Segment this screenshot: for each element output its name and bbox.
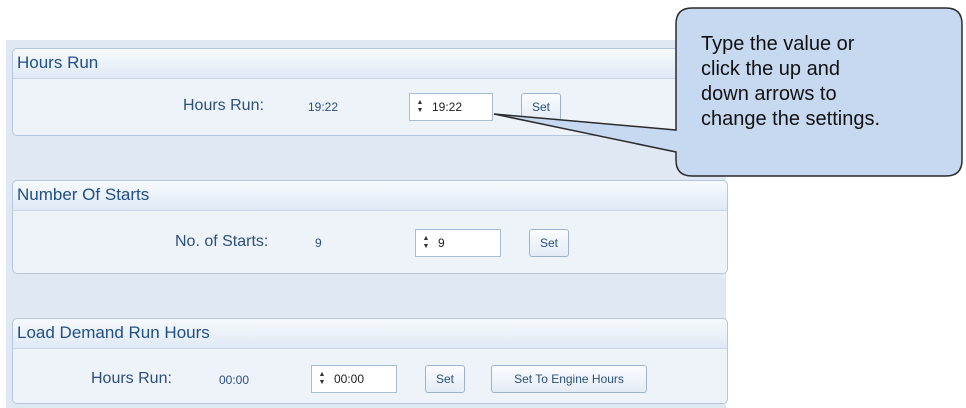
callout-line-1: Type the value or [701,33,855,55]
callout-line-4: change the settings. [701,108,881,130]
callout-line-2: click the up and [701,58,840,80]
callout-line-3: down arrows to [701,83,837,105]
callout-text: Type the value or click the up and down … [701,32,957,132]
